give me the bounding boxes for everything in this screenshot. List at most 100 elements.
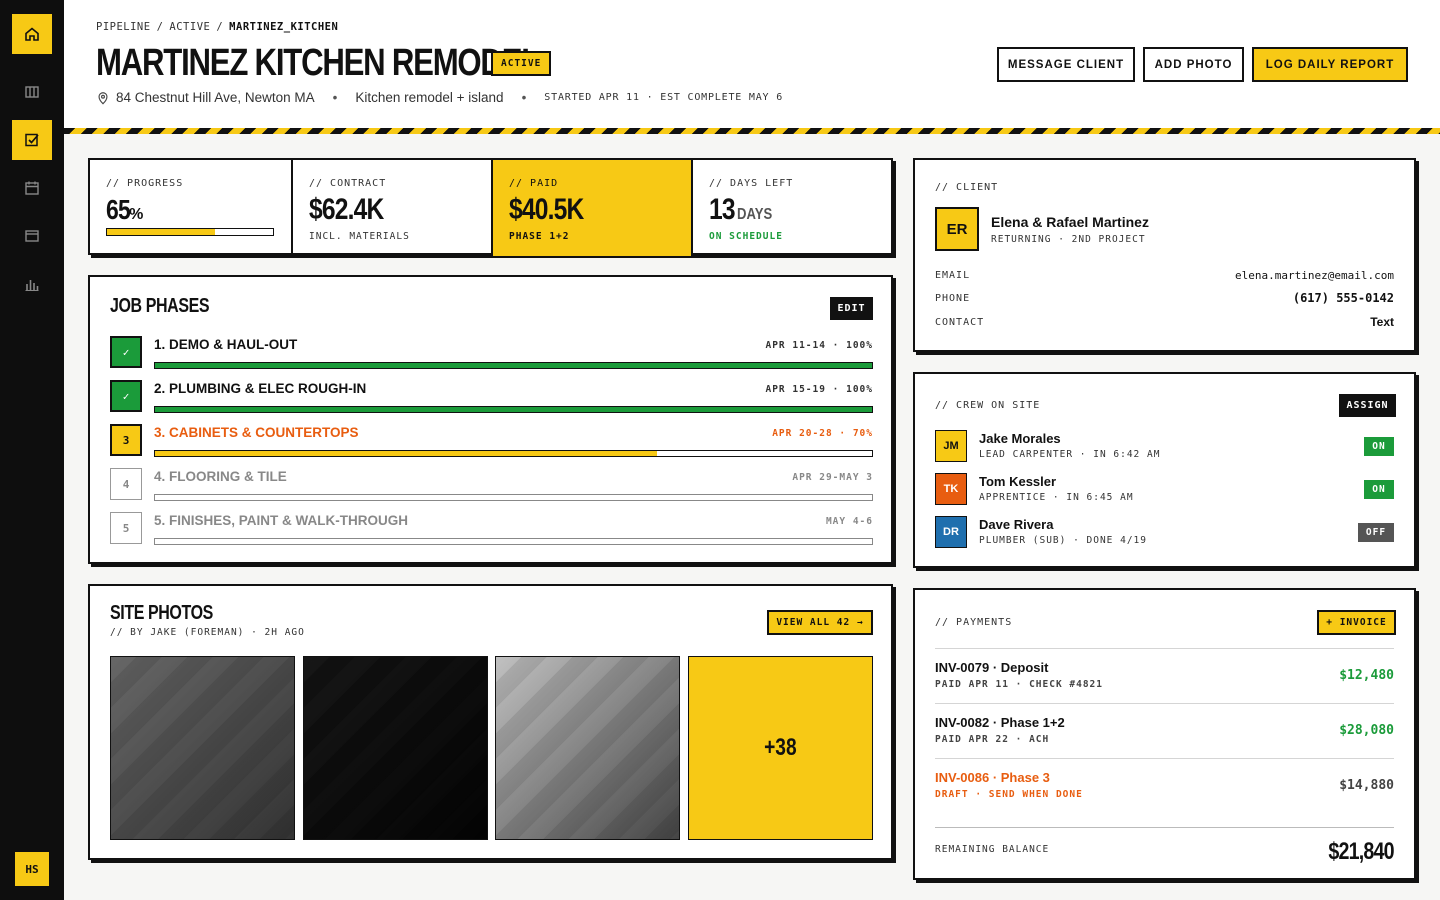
crew-name[interactable]: Jake Morales xyxy=(979,431,1061,446)
progress-value: 65 xyxy=(106,194,131,225)
job-phases-card: JOB PHASES EDIT ✓ 1. DEMO & HAUL-OUT APR 1… xyxy=(88,275,893,564)
assign-crew-button[interactable]: ASSIGN xyxy=(1339,394,1396,417)
client-contact-pref: Text xyxy=(1370,315,1394,329)
balance-label: REMAINING BALANCE xyxy=(935,844,1050,855)
page-title: MARTINEZ KITCHEN REMODEL xyxy=(96,42,540,84)
site-photos-card: SITE PHOTOS // BY JAKE (FOREMAN) · 2H AG… xyxy=(88,584,893,860)
progress-bar xyxy=(106,228,274,236)
days-value: 13 xyxy=(709,193,736,226)
home-icon[interactable] xyxy=(12,14,52,54)
check-icon: ✓ xyxy=(110,336,142,368)
crew-name[interactable]: Tom Kessler xyxy=(979,474,1056,489)
breadcrumb-pipeline[interactable]: PIPELINE xyxy=(96,21,151,33)
more-photos-count: +38 xyxy=(764,734,797,761)
crew-status-badge: OFF xyxy=(1358,523,1394,542)
payments-card: // PAYMENTS + INVOICE INV-0079 · Deposit… xyxy=(913,588,1416,880)
progress-bar-fill xyxy=(107,229,215,235)
hazard-stripe xyxy=(64,128,1440,134)
site-photo[interactable] xyxy=(110,656,295,840)
phase-dates: APR 15-19 · 100% xyxy=(765,384,873,395)
user-avatar[interactable]: HS xyxy=(15,852,49,886)
client-avatar: ER xyxy=(935,207,979,251)
site-photo[interactable] xyxy=(495,656,680,840)
crew-avatar: DR xyxy=(935,516,967,548)
divider xyxy=(935,827,1394,828)
phase-progress-bar xyxy=(154,406,873,413)
contract-value: $62.4K xyxy=(309,193,384,226)
phase-progress-bar xyxy=(154,450,873,457)
invoice-amount: $28,080 xyxy=(1339,723,1394,738)
stat-paid: // PAID $40.5K PHASE 1+2 xyxy=(491,160,691,256)
crew-status-badge: ON xyxy=(1364,480,1394,499)
page-header: PIPELINE / ACTIVE / MARTINEZ_KITCHEN MARTINE… xyxy=(64,0,1440,128)
phase-progress-bar xyxy=(154,538,873,545)
phase-dates: APR 20-28 · 70% xyxy=(772,428,873,439)
schedule-status: ON SCHEDULE xyxy=(709,231,783,242)
phase-progress-bar xyxy=(154,362,873,369)
invoice-title[interactable]: INV-0082 · Phase 1+2 xyxy=(935,715,1065,730)
calendar-icon[interactable] xyxy=(12,168,52,208)
invoice-title[interactable]: INV-0079 · Deposit xyxy=(935,660,1048,675)
stat-days-left: // DAYS LEFT 13 DAYS ON SCHEDULE xyxy=(691,160,891,256)
log-daily-report-button[interactable]: LOG DAILY REPORT xyxy=(1252,47,1408,82)
phase-progress-fill xyxy=(155,363,872,368)
crew-detail: LEAD CARPENTER · IN 6:42 AM xyxy=(979,449,1161,460)
phase-row[interactable]: 5 5. FINISHES, PAINT & WALK-THROUGH MAY 4-… xyxy=(110,512,873,546)
invoice-title[interactable]: INV-0086 · Phase 3 xyxy=(935,770,1050,785)
phase-progress-fill xyxy=(155,451,657,456)
phase-row[interactable]: 3 3. CABINETS & COUNTERTOPS APR 20-28 · 70… xyxy=(110,424,873,458)
message-client-button[interactable]: MESSAGE CLIENT xyxy=(997,47,1135,82)
phase-row[interactable]: ✓ 2. PLUMBING & ELEC ROUGH-IN APR 15-19 · … xyxy=(110,380,873,414)
phase-number: 4 xyxy=(110,468,142,500)
columns-icon[interactable] xyxy=(12,72,52,112)
phase-name: 1. DEMO & HAUL-OUT xyxy=(154,337,298,352)
client-card: // CLIENT ER Elena & Rafael Martinez RET… xyxy=(913,158,1416,352)
stat-progress: // PROGRESS 65% xyxy=(90,160,291,256)
breadcrumb-current: MARTINEZ_KITCHEN xyxy=(229,21,339,33)
site-photos-subtitle: // BY JAKE (FOREMAN) · 2H AGO xyxy=(110,627,305,638)
phase-number: 3 xyxy=(110,424,142,456)
more-photos-tile[interactable]: +38 xyxy=(688,656,873,840)
bar-chart-icon[interactable] xyxy=(12,264,52,304)
job-type: Kitchen remodel + island xyxy=(355,90,504,105)
new-invoice-button[interactable]: + INVOICE xyxy=(1317,610,1396,635)
invoice-amount: $12,480 xyxy=(1339,668,1394,683)
client-name: Elena & Rafael Martinez xyxy=(991,214,1149,230)
site-photo[interactable] xyxy=(303,656,488,840)
site-photos-title: SITE PHOTOS xyxy=(110,602,213,624)
view-all-photos-button[interactable]: VIEW ALL 42 → xyxy=(767,610,873,635)
breadcrumb-active[interactable]: ACTIVE xyxy=(169,21,210,33)
divider xyxy=(935,648,1394,649)
phase-dates: MAY 4-6 xyxy=(825,516,873,527)
paid-value: $40.5K xyxy=(509,193,584,226)
card-icon[interactable] xyxy=(12,216,52,256)
crew-name[interactable]: Dave Rivera xyxy=(979,517,1053,532)
check-icon: ✓ xyxy=(110,380,142,412)
client-email[interactable]: elena.martinez@email.com xyxy=(1235,269,1394,282)
sidebar: HS xyxy=(0,0,64,900)
breadcrumb: PIPELINE / ACTIVE / MARTINEZ_KITCHEN xyxy=(96,21,339,33)
add-photo-button[interactable]: ADD PHOTO xyxy=(1143,47,1244,82)
phase-row[interactable]: 4 4. FLOORING & TILE APR 29-MAY 3 xyxy=(110,468,873,502)
divider xyxy=(935,758,1394,759)
job-dates: STARTED APR 11 · EST COMPLETE MAY 6 xyxy=(544,92,784,103)
phase-row[interactable]: ✓ 1. DEMO & HAUL-OUT APR 11-14 · 100% xyxy=(110,336,873,370)
divider xyxy=(935,703,1394,704)
stat-contract: // CONTRACT $62.4K INCL. MATERIALS xyxy=(291,160,491,256)
invoice-detail: PAID APR 22 · ACH xyxy=(935,734,1050,745)
invoice-amount: $14,880 xyxy=(1339,778,1394,793)
job-meta: 84 Chestnut Hill Ave, Newton MA • Kitche… xyxy=(96,90,783,105)
job-phases-title: JOB PHASES xyxy=(110,295,210,317)
phase-dates: APR 11-14 · 100% xyxy=(765,340,873,351)
invoice-detail: PAID APR 11 · CHECK #4821 xyxy=(935,679,1103,690)
edit-phases-button[interactable]: EDIT xyxy=(830,297,873,320)
checklist-icon[interactable] xyxy=(12,120,52,160)
crew-avatar: JM xyxy=(935,430,967,462)
job-address: 84 Chestnut Hill Ave, Newton MA xyxy=(116,90,315,105)
crew-detail: APPRENTICE · IN 6:45 AM xyxy=(979,492,1134,503)
crew-detail: PLUMBER (SUB) · DONE 4/19 xyxy=(979,535,1147,546)
phase-number: 5 xyxy=(110,512,142,544)
phase-name: 4. FLOORING & TILE xyxy=(154,469,287,484)
client-phone[interactable]: (617) 555-0142 xyxy=(1293,291,1394,305)
phase-progress-bar xyxy=(154,494,873,501)
